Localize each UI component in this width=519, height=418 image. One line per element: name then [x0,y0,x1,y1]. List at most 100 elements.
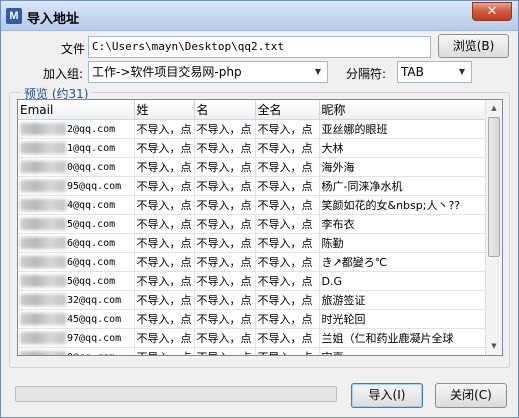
scrollbar-thumb[interactable] [488,117,500,257]
cell-full-name[interactable]: 不导入，点 [255,347,320,355]
cell-last-name[interactable]: 不导入，点 [134,157,195,177]
cell-nickname[interactable]: 宋嘉 [319,347,487,355]
cell-full-name[interactable]: 不导入，点 [255,195,320,215]
cell-email[interactable]: 4@qq.com [18,195,135,215]
import-button[interactable]: 导入(I) [351,383,423,408]
cell-last-name[interactable]: 不导入，点 [134,176,195,196]
cell-full-name[interactable]: 不导入，点 [255,157,320,177]
cell-full-name-text: 不导入，点 [257,256,313,269]
table-row[interactable]: 5@qq.com 不导入，点 不导入，点 不导入，点 D.G [18,271,487,291]
preview-grid[interactable]: Email 姓 名 全名 昵称 2@qq.com 不导入，点 不导入，点 不导入，点亚… [17,99,503,356]
table-row[interactable]: 0@qq.com 不导入，点 不导入，点 不导入，点 海外海 [18,157,487,177]
separator-select[interactable]: TAB ▼ [397,61,472,83]
cell-last-name[interactable]: 不导入，点 [134,328,195,348]
cell-first-name[interactable]: 不导入，点 [194,233,256,253]
column-header-nickname[interactable]: 昵称 [319,100,487,120]
cell-first-name[interactable]: 不导入，点 [194,157,256,177]
cell-last-name[interactable]: 不导入，点 [134,290,195,310]
cell-full-name[interactable]: 不导入，点 [255,252,320,272]
column-header-last-name[interactable]: 姓 [134,100,195,120]
cell-full-name[interactable]: 不导入，点 [255,233,320,253]
title-bar[interactable]: M 导入地址 ✕ [1,1,518,31]
cell-last-name[interactable]: 不导入，点 [134,309,195,329]
table-row[interactable]: 1@qq.com 不导入，点 不导入，点 不导入，点 大林 [18,138,487,158]
cell-first-name[interactable]: 不导入，点 [194,119,256,139]
column-header-first-name[interactable]: 名 [194,100,256,120]
cell-email[interactable]: 0@qq.com [18,347,135,355]
browse-button[interactable]: 浏览(B) [438,34,509,58]
cell-first-name[interactable]: 不导入，点 [194,195,256,215]
column-header-full-name[interactable]: 全名 [255,100,320,120]
cell-last-name[interactable]: 不导入，点 [134,195,195,215]
cell-nickname[interactable]: 大林 [319,138,487,158]
cell-first-name[interactable]: 不导入，点 [194,347,256,355]
cell-last-name[interactable]: 不导入，点 [134,119,195,139]
table-row[interactable]: 97@qq.com 不导入，点 不导入，点 不导入，点 兰姐（仁和药业鹿凝片全球 [18,328,487,348]
redacted-email-prefix [20,313,66,325]
cell-full-name[interactable]: 不导入，点 [255,138,320,158]
cell-email[interactable]: 6@qq.com [18,252,135,272]
cell-nickname[interactable]: 旅游签证 [319,290,487,310]
cell-nickname[interactable]: 兰姐（仁和药业鹿凝片全球 [319,328,487,348]
vertical-scrollbar[interactable]: ▲ ▼ [485,100,502,355]
cell-first-name[interactable]: 不导入，点 [194,271,256,291]
table-row[interactable]: 32@qq.com 不导入，点 不导入，点 不导入，点 旅游签证 [18,290,487,310]
cell-nickname[interactable]: 亚丝娜的眼班 [319,119,487,139]
cell-full-name[interactable]: 不导入，点 [255,271,320,291]
cell-first-name[interactable]: 不导入，点 [194,328,256,348]
cell-first-name[interactable]: 不导入，点 [194,309,256,329]
cell-email[interactable]: 1@qq.com [18,138,135,158]
cell-nickname[interactable]: D.G [319,271,487,291]
cell-nickname[interactable]: き↗都變ろ℃ [319,252,487,272]
cell-nickname[interactable]: 时光轮回 [319,309,487,329]
cell-email[interactable]: 6@qq.com [18,233,135,253]
table-row[interactable]: 95@qq.com 不导入，点 不导入，点 不导入，点 杨广-同涞净水机 [18,176,487,196]
cell-full-name[interactable]: 不导入，点 [255,176,320,196]
cell-email[interactable]: 97@qq.com [18,328,135,348]
cell-last-name[interactable]: 不导入，点 [134,214,195,234]
cell-email[interactable]: 45@qq.com [18,309,135,329]
cell-email[interactable]: 0@qq.com [18,157,135,177]
cell-nickname[interactable]: 陈勤 [319,233,487,253]
file-path-input[interactable]: C:\Users\mayn\Desktop\qq2.txt [88,36,431,58]
cell-email[interactable]: 5@qq.com [18,271,135,291]
table-row[interactable]: 6@qq.com 不导入，点 不导入，点 不导入，点 き↗都變ろ℃ [18,252,487,272]
table-row[interactable]: 0@qq.com 不导入，点 不导入，点 不导入，点 宋嘉 [18,347,487,355]
group-select[interactable]: 工作->软件项目交易网-php ▼ [88,61,328,83]
scroll-up-arrow-icon[interactable]: ▲ [486,100,502,117]
cell-email[interactable]: 95@qq.com [18,176,135,196]
cell-first-name[interactable]: 不导入，点 [194,176,256,196]
cell-email[interactable]: 5@qq.com [18,214,135,234]
cell-email[interactable]: 2@qq.com [18,119,135,139]
cell-nickname[interactable]: 杨广-同涞净水机 [319,176,487,196]
cell-email[interactable]: 32@qq.com [18,290,135,310]
cell-first-name[interactable]: 不导入，点 [194,138,256,158]
table-row[interactable]: 5@qq.com 不导入，点 不导入，点 不导入，点 李布衣 [18,214,487,234]
window-close-button[interactable]: ✕ [472,2,512,21]
cell-nickname[interactable]: 笑颜如花的女&nbsp;人丶?? [319,195,487,215]
cell-full-name[interactable]: 不导入，点 [255,290,320,310]
cell-last-name-text: 不导入，点 [136,256,192,269]
cell-last-name[interactable]: 不导入，点 [134,271,195,291]
cell-nickname[interactable]: 李布衣 [319,214,487,234]
cell-last-name[interactable]: 不导入，点 [134,347,195,355]
column-header-email[interactable]: Email [18,100,135,120]
cell-nickname[interactable]: 海外海 [319,157,487,177]
table-row[interactable]: 2@qq.com 不导入，点 不导入，点 不导入，点 亚丝娜的眼班 [18,119,487,139]
table-row[interactable]: 45@qq.com 不导入，点 不导入，点 不导入，点 时光轮回 [18,309,487,329]
close-button[interactable]: 关闭(C) [435,383,507,408]
cell-first-name[interactable]: 不导入，点 [194,290,256,310]
cell-full-name[interactable]: 不导入，点 [255,119,320,139]
cell-full-name[interactable]: 不导入，点 [255,328,320,348]
cell-last-name[interactable]: 不导入，点 [134,252,195,272]
cell-first-name[interactable]: 不导入，点 [194,214,256,234]
cell-nickname-text: き↗都變ろ℃ [321,256,388,269]
table-row[interactable]: 6@qq.com 不导入，点 不导入，点 不导入，点 陈勤 [18,233,487,253]
cell-last-name[interactable]: 不导入，点 [134,233,195,253]
cell-first-name[interactable]: 不导入，点 [194,252,256,272]
scroll-down-arrow-icon[interactable]: ▼ [486,338,502,355]
cell-full-name[interactable]: 不导入，点 [255,309,320,329]
cell-last-name[interactable]: 不导入，点 [134,138,195,158]
cell-full-name[interactable]: 不导入，点 [255,214,320,234]
table-row[interactable]: 4@qq.com 不导入，点 不导入，点 不导入，点 笑颜如花的女&nbsp;人丶?? [18,195,487,215]
